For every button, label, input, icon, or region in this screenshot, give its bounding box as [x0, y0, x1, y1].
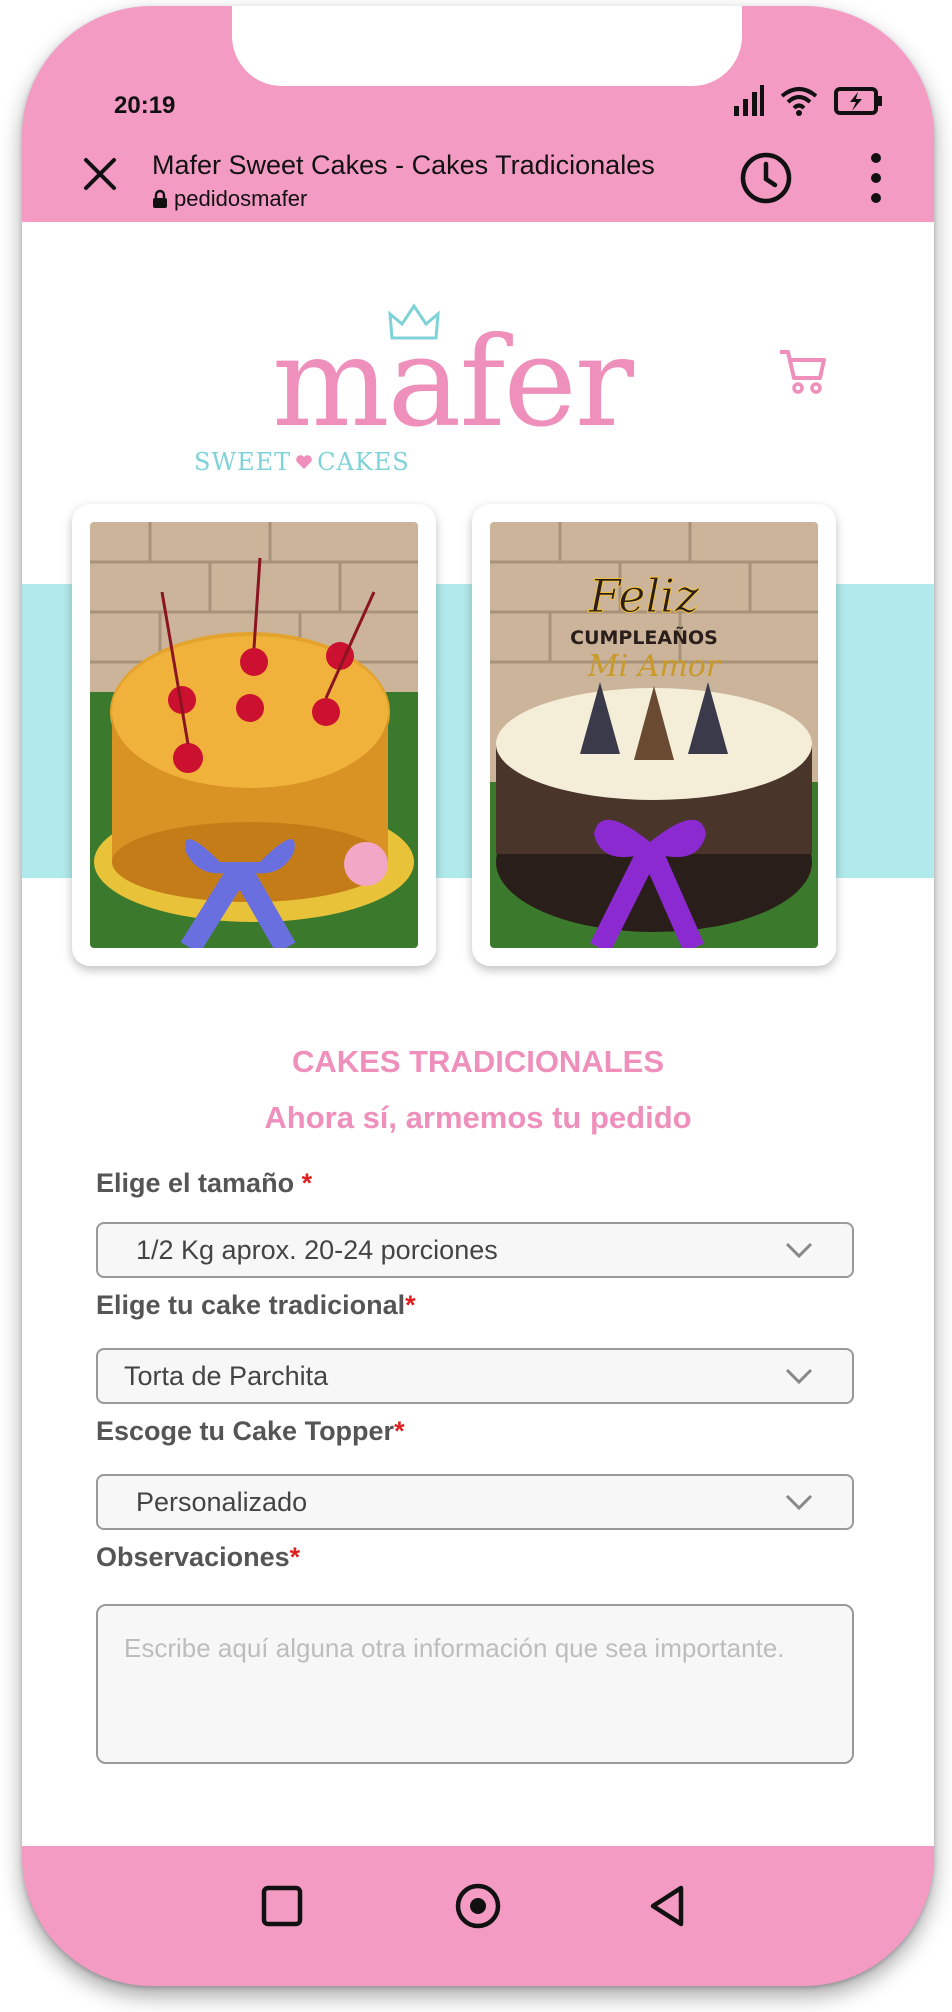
system-nav-bar	[22, 1846, 934, 1986]
topper-label-text: Escoge tu Cake Topper	[96, 1416, 395, 1446]
topper-line-2: CUMPLEAÑOS	[570, 625, 718, 649]
notes-label-text: Observaciones	[96, 1542, 290, 1572]
status-time: 20:19	[114, 92, 176, 119]
size-field-label: Elige el tamaño *	[96, 1168, 312, 1199]
web-content: mafer SWEET CAKES Feliz CUMPLEAÑOS Mi Am…	[22, 222, 934, 1846]
home-circle-icon	[455, 1883, 501, 1929]
history-button[interactable]	[738, 150, 794, 206]
recents-square-icon	[261, 1885, 303, 1927]
cake-photo-card[interactable]: Feliz CUMPLEAÑOS Mi Amor	[472, 504, 836, 966]
cake-photo-card[interactable]	[72, 504, 436, 966]
required-mark: *	[394, 1416, 405, 1446]
required-mark: *	[301, 1168, 313, 1198]
heart-icon	[296, 455, 312, 469]
topper-select[interactable]: Personalizado	[96, 1474, 854, 1530]
topper-field-label: Escoge tu Cake Topper*	[96, 1416, 405, 1447]
cake-photo-pineapple	[90, 522, 418, 948]
chevron-down-icon	[785, 1494, 813, 1511]
back-button[interactable]	[638, 1876, 698, 1936]
more-vert-icon	[871, 153, 881, 203]
section-subtitle: Ahora sí, armemos tu pedido	[264, 1100, 692, 1135]
home-button[interactable]	[448, 1876, 508, 1936]
domain-text: pedidosmafer	[174, 186, 308, 211]
battery-charging-icon	[834, 87, 882, 115]
status-icons	[732, 84, 884, 118]
close-icon	[84, 158, 116, 190]
back-triangle-icon	[650, 1885, 684, 1927]
cart-button[interactable]	[776, 344, 830, 398]
chevron-down-icon	[785, 1242, 813, 1259]
close-tab-button[interactable]	[74, 148, 126, 200]
tagline-right: CAKES	[317, 448, 410, 476]
logo-tagline: SWEET CAKES	[194, 448, 410, 476]
lock-icon	[153, 189, 167, 208]
logo-wordmark: mafer	[271, 311, 634, 455]
wifi-icon	[780, 87, 818, 116]
cake-select-value: Torta de Parchita	[124, 1360, 329, 1391]
cake-field-label: Elige tu cake tradicional*	[96, 1290, 416, 1321]
topper-select-value: Personalizado	[136, 1486, 308, 1517]
notes-field-label: Observaciones*	[96, 1542, 300, 1573]
cake-select[interactable]: Torta de Parchita	[96, 1348, 854, 1404]
size-select[interactable]: 1/2 Kg aprox. 20-24 porciones	[96, 1222, 854, 1278]
page-domain: pedidosmafer	[152, 186, 307, 212]
recents-button[interactable]	[252, 1876, 312, 1936]
size-label-text: Elige el tamaño	[96, 1168, 302, 1198]
topper-line-1: Feliz	[588, 569, 700, 623]
camera-notch	[232, 6, 742, 86]
section-title: CAKES TRADICIONALES	[291, 1044, 664, 1079]
chevron-down-icon	[785, 1368, 813, 1385]
topper-line-3: Mi Amor	[587, 649, 722, 684]
pineapple-cake-image	[90, 522, 418, 948]
signal-icon	[734, 85, 764, 116]
cake-label-text: Elige tu cake tradicional	[96, 1290, 406, 1320]
size-select-value: 1/2 Kg aprox. 20-24 porciones	[136, 1234, 498, 1265]
notes-textarea[interactable]: Escribe aquí alguna otra información que…	[96, 1604, 854, 1764]
birthday-cake-image: Feliz CUMPLEAÑOS Mi Amor	[490, 522, 818, 948]
notes-placeholder: Escribe aquí alguna otra información que…	[124, 1633, 785, 1663]
required-mark: *	[405, 1290, 416, 1320]
history-icon	[740, 152, 792, 204]
required-mark: *	[289, 1542, 301, 1572]
tagline-left: SWEET	[194, 448, 292, 476]
cake-photo-birthday: Feliz CUMPLEAÑOS Mi Amor	[490, 522, 818, 948]
more-options-button[interactable]	[868, 152, 884, 204]
phone-frame: 20:19 Mafer Sweet Cakes - Cakes Tradicio…	[22, 6, 934, 1986]
cart-icon	[780, 350, 826, 394]
page-title: Mafer Sweet Cakes - Cakes Tradicionales	[152, 150, 655, 180]
